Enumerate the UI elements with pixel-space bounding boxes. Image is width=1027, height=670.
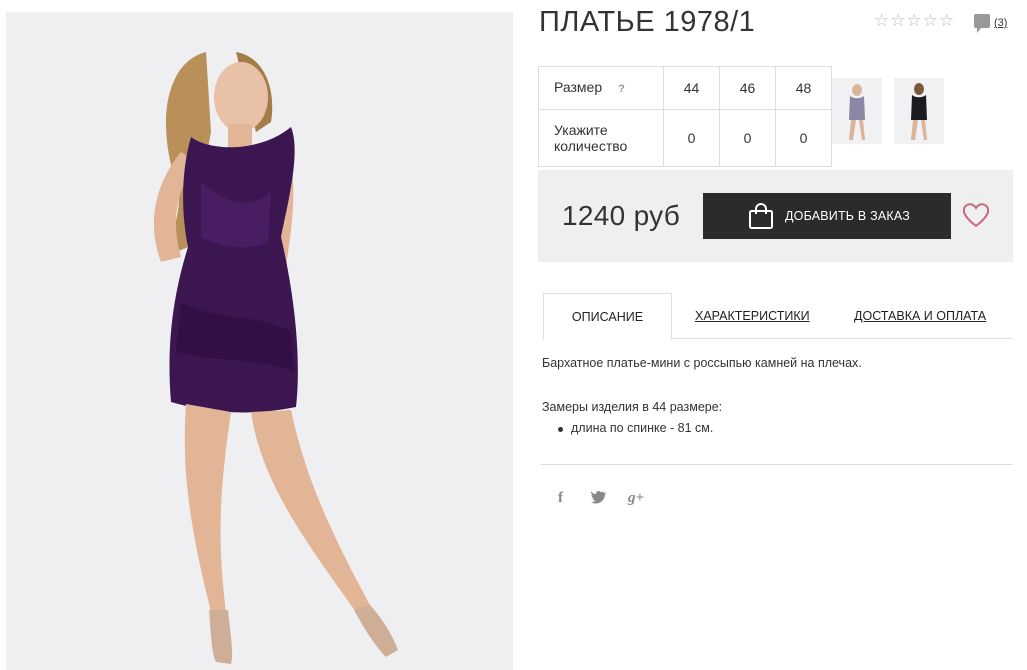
purchase-box: 1240 руб ДОБАВИТЬ В ЗАКАЗ [538, 170, 1013, 262]
product-main-image[interactable] [6, 12, 513, 670]
size-help-icon[interactable]: ? [618, 83, 625, 95]
rating-stars[interactable]: ☆ ☆ ☆ ☆ ☆ [874, 12, 954, 30]
product-title: ПЛАТЬЕ 1978/1 [539, 6, 756, 38]
tab-description[interactable]: ОПИСАНИЕ [543, 293, 672, 340]
product-tabs: ОПИСАНИЕ ХАРАКТЕРИСТИКИ ДОСТАВКА И ОПЛАТ… [543, 293, 1013, 340]
comments-count[interactable]: (3) [994, 17, 1007, 29]
size-label: Размер [554, 79, 603, 95]
product-thumbnail[interactable] [832, 78, 882, 144]
measurement-text: длина по спинке - 81 см. [571, 421, 714, 435]
size-option: 44 [663, 66, 720, 110]
size-option: 46 [719, 66, 776, 110]
quantity-input[interactable]: 0 [719, 109, 776, 167]
measurements-title: Замеры изделия в 44 размере: [542, 400, 723, 414]
quantity-input[interactable]: 0 [775, 109, 832, 167]
comment-icon [974, 14, 990, 33]
size-quantity-table: Размер? 44 46 48 Укажите количество 0 0 … [538, 66, 832, 167]
bullet-icon [558, 427, 563, 432]
add-to-order-label: ДОБАВИТЬ В ЗАКАЗ [785, 209, 911, 223]
tab-delivery-payment[interactable]: ДОСТАВКА И ОПЛАТА [854, 293, 986, 338]
size-option: 48 [775, 66, 832, 110]
heart-icon[interactable] [962, 202, 990, 228]
product-price: 1240 руб [562, 200, 681, 231]
quantity-input[interactable]: 0 [663, 109, 720, 167]
star-icon[interactable]: ☆ [923, 12, 938, 30]
star-icon[interactable]: ☆ [907, 12, 922, 30]
twitter-icon[interactable] [590, 490, 607, 508]
star-icon[interactable]: ☆ [874, 12, 889, 30]
product-description: Бархатное платье-мини с россыпью камней … [542, 356, 862, 370]
shopping-bag-icon [749, 203, 773, 229]
size-label-cell: Размер? [538, 66, 664, 110]
add-to-order-button[interactable]: ДОБАВИТЬ В ЗАКАЗ [703, 193, 951, 239]
star-icon[interactable]: ☆ [890, 12, 905, 30]
divider [541, 464, 1013, 465]
facebook-icon[interactable]: f [558, 490, 563, 507]
tab-characteristics[interactable]: ХАРАКТЕРИСТИКИ [695, 293, 810, 338]
google-plus-icon[interactable]: g+ [628, 490, 644, 507]
quantity-label: Укажите количество [538, 109, 664, 167]
comments-link[interactable]: (3) [974, 14, 1007, 33]
star-icon[interactable]: ☆ [939, 12, 954, 30]
product-thumbnail[interactable] [894, 78, 944, 144]
measurement-item: длина по спинке - 81 см. [558, 421, 713, 435]
